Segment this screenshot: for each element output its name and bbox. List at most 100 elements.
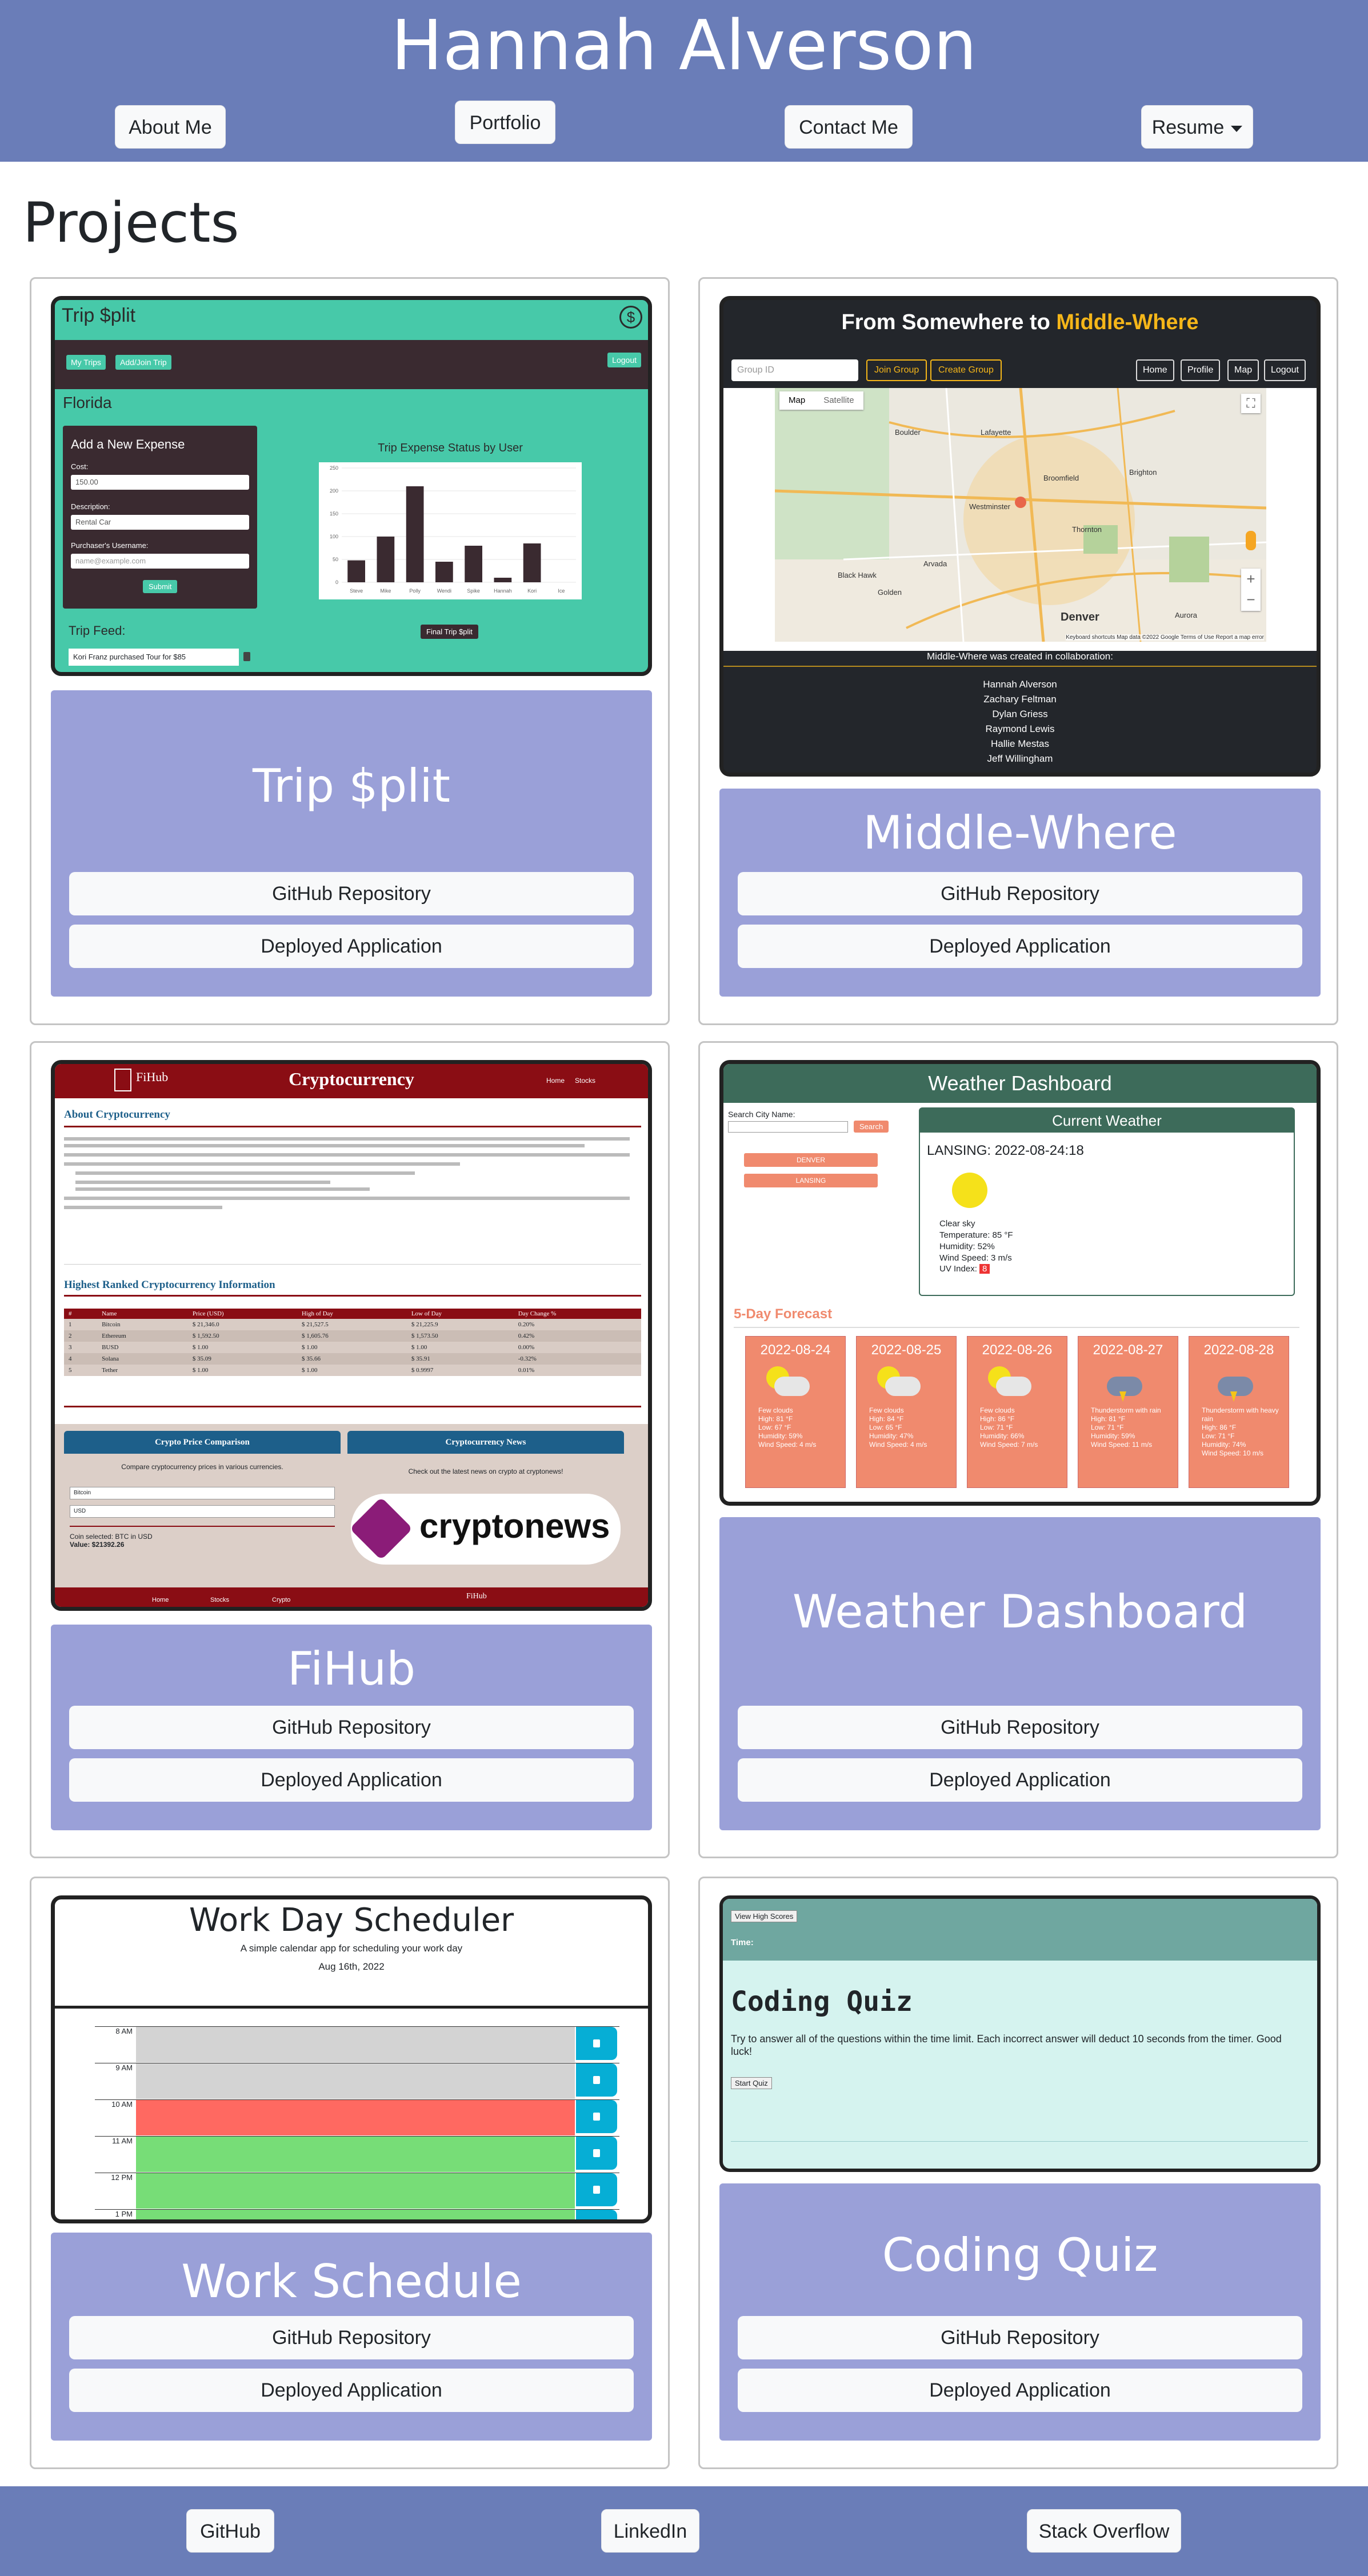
start-quiz-button[interactable]: Start Quiz <box>731 2077 772 2089</box>
forecast-line: Low: 67 °F <box>758 1423 791 1431</box>
zoom-controls[interactable]: + − <box>1241 569 1261 611</box>
mw-nav-logout[interactable]: Logout <box>1264 359 1306 381</box>
description-label: Description: <box>71 502 110 511</box>
deployed-app-button[interactable]: Deployed Application <box>69 2369 634 2412</box>
street-view-icon[interactable] <box>1246 531 1256 550</box>
x-tick-label: Wendi <box>437 588 451 594</box>
footer-github-link[interactable]: GitHub <box>186 2509 274 2553</box>
project-panel: Weather Dashboard GitHub Repository Depl… <box>719 1517 1321 1830</box>
github-repo-button[interactable]: GitHub Repository <box>69 2316 634 2359</box>
history-lansing[interactable]: LANSING <box>744 1174 878 1187</box>
event-textarea[interactable] <box>136 2100 575 2135</box>
deployed-app-button[interactable]: Deployed Application <box>738 1758 1302 1802</box>
save-button[interactable] <box>576 2173 617 2206</box>
github-repo-button[interactable]: GitHub Repository <box>69 872 634 915</box>
deployed-app-button[interactable]: Deployed Application <box>69 1758 634 1802</box>
site-title: Hannah Alverson <box>391 6 977 86</box>
map-city-label: Aurora <box>1175 611 1198 619</box>
nav-resume-dropdown[interactable]: Resume <box>1141 105 1253 149</box>
cryptonews-logo[interactable]: cryptonews <box>349 1494 621 1565</box>
y-tick-label: 100 <box>330 534 338 539</box>
github-repo-button[interactable]: GitHub Repository <box>738 2316 1302 2359</box>
x-tick-label: Spike <box>467 588 480 594</box>
cost-input[interactable]: 150.00 <box>71 475 249 490</box>
deployed-app-button[interactable]: Deployed Application <box>69 925 634 968</box>
deployed-app-button[interactable]: Deployed Application <box>738 2369 1302 2412</box>
view-scores-button[interactable]: View High Scores <box>731 1910 798 1922</box>
event-textarea[interactable] <box>136 2137 575 2172</box>
submit-button[interactable]: Submit <box>143 580 178 593</box>
fullscreen-icon[interactable]: ⛶ <box>1241 394 1261 413</box>
create-group-button[interactable]: Create Group <box>930 359 1002 381</box>
nav-portfolio-button[interactable]: Portfolio <box>455 101 555 144</box>
x-tick-label: Polly <box>409 588 421 594</box>
fihub-footer-crypto[interactable]: Crypto <box>272 1597 290 1603</box>
forecast-line: Thunderstorm with rain <box>1091 1406 1161 1414</box>
github-repo-button[interactable]: GitHub Repository <box>69 1706 634 1749</box>
chevron-down-icon <box>1231 125 1243 132</box>
footer-stackoverflow-link[interactable]: Stack Overflow <box>1027 2509 1181 2553</box>
forecast-line: Wind Speed: 4 m/s <box>758 1441 817 1449</box>
satellite-tab[interactable]: Satellite <box>814 391 863 410</box>
logout-button[interactable]: Logout <box>607 353 641 367</box>
github-repo-button[interactable]: GitHub Repository <box>738 872 1302 915</box>
save-button[interactable] <box>576 2210 617 2223</box>
history-denver[interactable]: DENVER <box>744 1153 878 1167</box>
fihub-footer-home[interactable]: Home <box>152 1597 169 1603</box>
forecast-line: High: 86 °F <box>980 1415 1015 1423</box>
nav-about-button[interactable]: About Me <box>115 105 226 149</box>
currency-select[interactable]: USD <box>70 1505 335 1518</box>
map-tab[interactable]: Map <box>779 391 814 410</box>
github-repo-button[interactable]: GitHub Repository <box>738 1706 1302 1749</box>
forecast-date: 2022-08-25 <box>871 1342 942 1358</box>
event-textarea[interactable] <box>136 2063 575 2099</box>
description-input[interactable]: Rental Car <box>71 515 249 530</box>
crypto-table: # Name Price (USD) High of Day Low of Day Day… <box>64 1309 641 1376</box>
time-block: 10 AM <box>95 2099 619 2135</box>
table-header-row: # Name Price (USD) High of Day Low of Day Day… <box>64 1309 641 1319</box>
final-split-button[interactable]: Final Trip $plit <box>421 625 478 639</box>
map-view[interactable]: Boulder Lafayette Broomfield Brighton Westmi… <box>775 388 1266 642</box>
join-group-button[interactable]: Join Group <box>866 359 927 381</box>
mw-nav-profile[interactable]: Profile <box>1181 359 1221 381</box>
event-textarea[interactable] <box>136 2027 575 2062</box>
deployed-app-button[interactable]: Deployed Application <box>738 925 1302 968</box>
coin-select[interactable]: Bitcoin <box>70 1487 335 1499</box>
save-button[interactable] <box>576 2027 617 2060</box>
price-comparison-box: Crypto Price Comparison Compare cryptocu… <box>64 1431 341 1574</box>
save-button[interactable] <box>576 2063 617 2097</box>
nav-contact-button[interactable]: Contact Me <box>785 105 913 149</box>
save-icon <box>593 2222 600 2223</box>
save-button[interactable] <box>576 2137 617 2170</box>
fihub-nav-stocks[interactable]: Stocks <box>575 1077 595 1085</box>
forecast-line: Few clouds <box>980 1406 1015 1414</box>
event-textarea[interactable] <box>136 2173 575 2209</box>
event-textarea[interactable] <box>136 2210 575 2219</box>
forecast-line: High: 86 °F <box>1202 1423 1237 1431</box>
table-cell: $ 1.00 <box>192 1367 209 1374</box>
footer-linkedin-link[interactable]: LinkedIn <box>601 2509 699 2553</box>
table-cell: $ 1,592.50 <box>192 1333 219 1339</box>
search-button[interactable]: Search <box>854 1121 889 1133</box>
collaborator-name: Hallie Mestas <box>990 738 1050 749</box>
fihub-nav-home[interactable]: Home <box>546 1077 565 1085</box>
forecast-line: Humidity: 74% <box>1202 1441 1246 1449</box>
tab-add-join-trip[interactable]: Add/Join Trip <box>115 355 171 370</box>
city-search-input[interactable] <box>728 1121 848 1133</box>
fihub-footer: Home Stocks Crypto FiHub <box>55 1587 648 1607</box>
save-button[interactable] <box>576 2100 617 2133</box>
group-id-input[interactable]: Group ID <box>731 359 858 381</box>
tab-my-trips[interactable]: My Trips <box>66 355 106 370</box>
bar <box>465 546 482 582</box>
mw-nav-map[interactable]: Map <box>1227 359 1259 381</box>
mw-nav-home[interactable]: Home <box>1136 359 1174 381</box>
username-input[interactable]: name@example.com <box>71 554 249 569</box>
fihub-footer-stocks[interactable]: Stocks <box>210 1597 229 1603</box>
trash-icon[interactable] <box>243 652 250 661</box>
table-cell: Solana <box>102 1355 119 1362</box>
save-icon <box>593 2113 600 2121</box>
table-cell: 5 <box>69 1367 72 1374</box>
y-tick-label: 50 <box>333 557 338 562</box>
map-city-label: Brighton <box>1129 468 1157 477</box>
scheduler-date: Aug 16th, 2022 <box>318 1961 385 1972</box>
